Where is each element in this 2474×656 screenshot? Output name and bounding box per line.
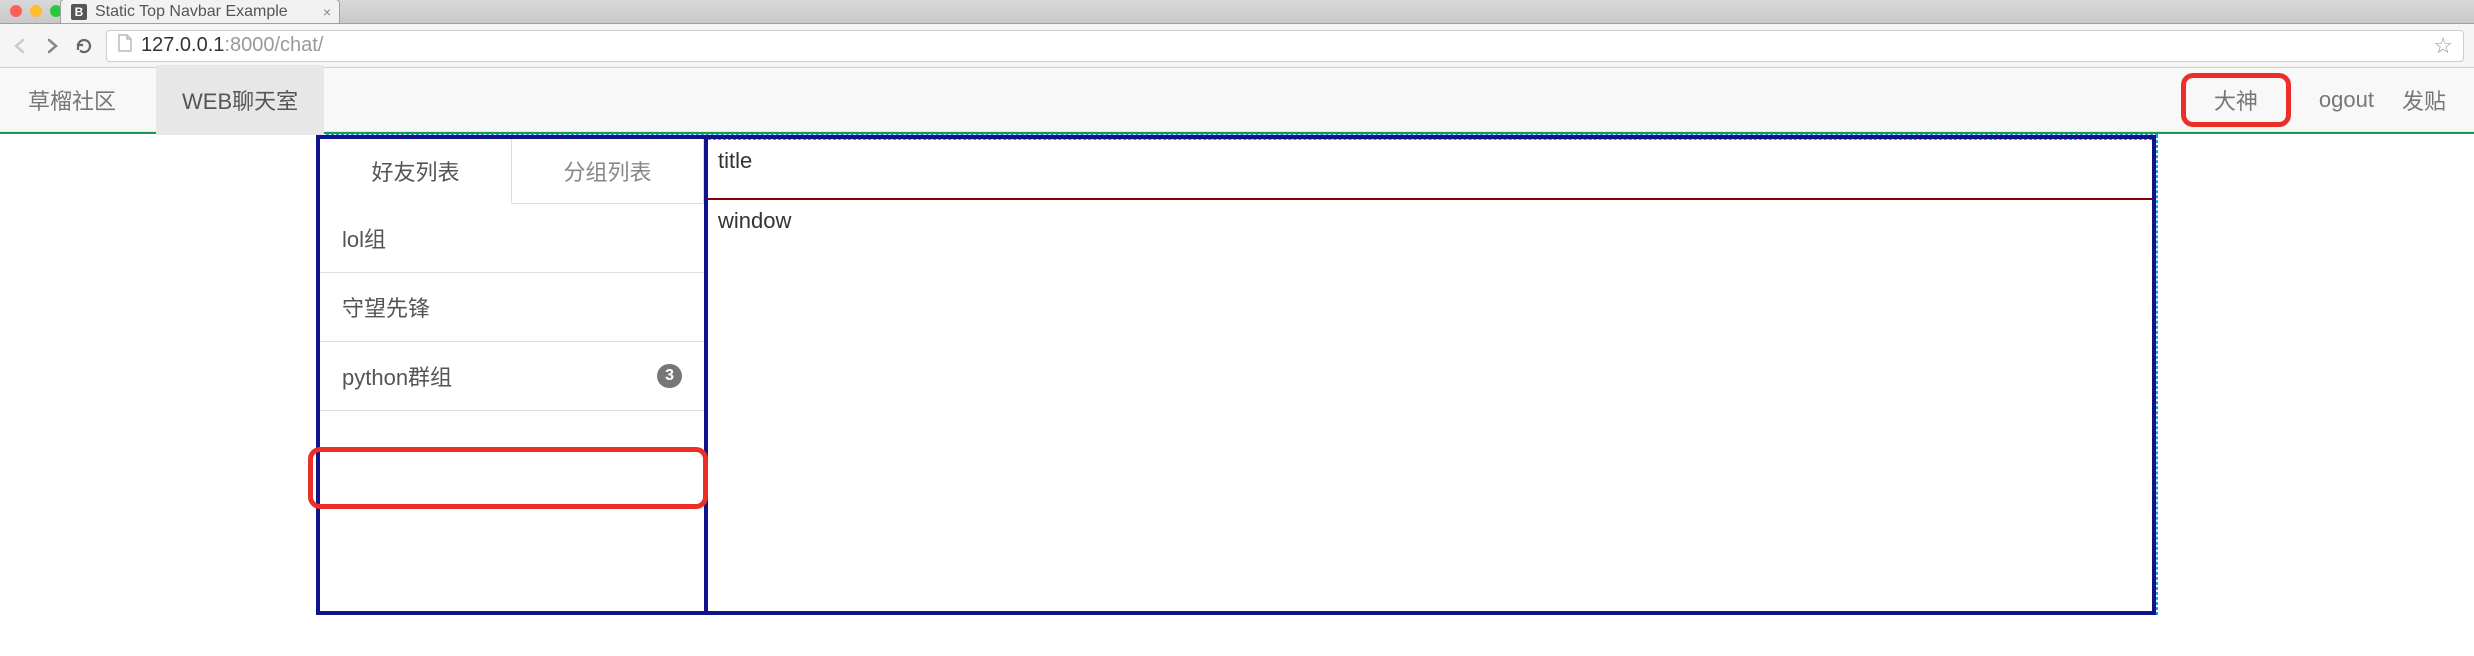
page-navbar: 草榴社区 WEB聊天室 大神 ogout 发贴: [0, 68, 2474, 132]
file-icon: [117, 34, 133, 58]
nav-logout[interactable]: ogout: [2319, 87, 2374, 113]
list-item[interactable]: lol组: [320, 204, 704, 273]
forward-icon[interactable]: [42, 36, 62, 56]
badge-count: 3: [657, 364, 682, 388]
brand[interactable]: 草榴社区: [28, 84, 116, 116]
nav-post[interactable]: 发贴: [2402, 84, 2446, 116]
main-panel: title window: [708, 135, 2156, 615]
list-item[interactable]: python群组 3: [320, 342, 704, 411]
nav-item-chatroom[interactable]: WEB聊天室: [156, 65, 324, 135]
url-host: 127.0.0.1: [141, 34, 224, 57]
favicon-icon: B: [71, 4, 87, 20]
panel-window: window: [708, 199, 2152, 242]
group-list: lol组 守望先锋 python群组 3: [320, 204, 704, 411]
list-item[interactable]: 守望先锋: [320, 273, 704, 342]
back-icon[interactable]: [10, 36, 30, 56]
list-item-label: python群组: [342, 360, 452, 392]
window-traffic-lights: [10, 5, 62, 17]
reload-icon[interactable]: [74, 36, 94, 56]
browser-toolbar: 127.0.0.1:8000/chat/ ☆: [0, 24, 2474, 68]
layout-row: 好友列表 分组列表 lol组 守望先锋 python群组 3: [316, 134, 2158, 615]
url-path: :8000/chat/: [224, 34, 323, 57]
panel-title: title: [708, 139, 2152, 199]
bookmark-star-icon[interactable]: ☆: [2433, 33, 2453, 59]
address-bar[interactable]: 127.0.0.1:8000/chat/ ☆: [106, 30, 2464, 62]
list-item-label: 守望先锋: [342, 291, 430, 323]
browser-tab[interactable]: B Static Top Navbar Example ×: [60, 0, 340, 23]
tab-friends[interactable]: 好友列表: [320, 139, 512, 204]
nav-user[interactable]: 大神: [2214, 89, 2258, 114]
page-body: 好友列表 分组列表 lol组 守望先锋 python群组 3: [0, 132, 2474, 615]
tab-title: Static Top Navbar Example: [95, 3, 288, 21]
list-item-label: lol组: [342, 222, 386, 254]
browser-tab-bar: B Static Top Navbar Example ×: [0, 0, 2474, 24]
layout-guide: [2156, 135, 2158, 615]
minimize-window-icon[interactable]: [30, 5, 42, 17]
close-tab-icon[interactable]: ×: [323, 4, 331, 20]
sidebar-tabs: 好友列表 分组列表: [320, 139, 704, 204]
sidebar: 好友列表 分组列表 lol组 守望先锋 python群组 3: [316, 135, 708, 615]
tab-groups[interactable]: 分组列表: [512, 139, 704, 204]
annotation-highlight-user: 大神: [2181, 73, 2291, 127]
navbar-right: 大神 ogout 发贴: [2181, 73, 2446, 127]
close-window-icon[interactable]: [10, 5, 22, 17]
